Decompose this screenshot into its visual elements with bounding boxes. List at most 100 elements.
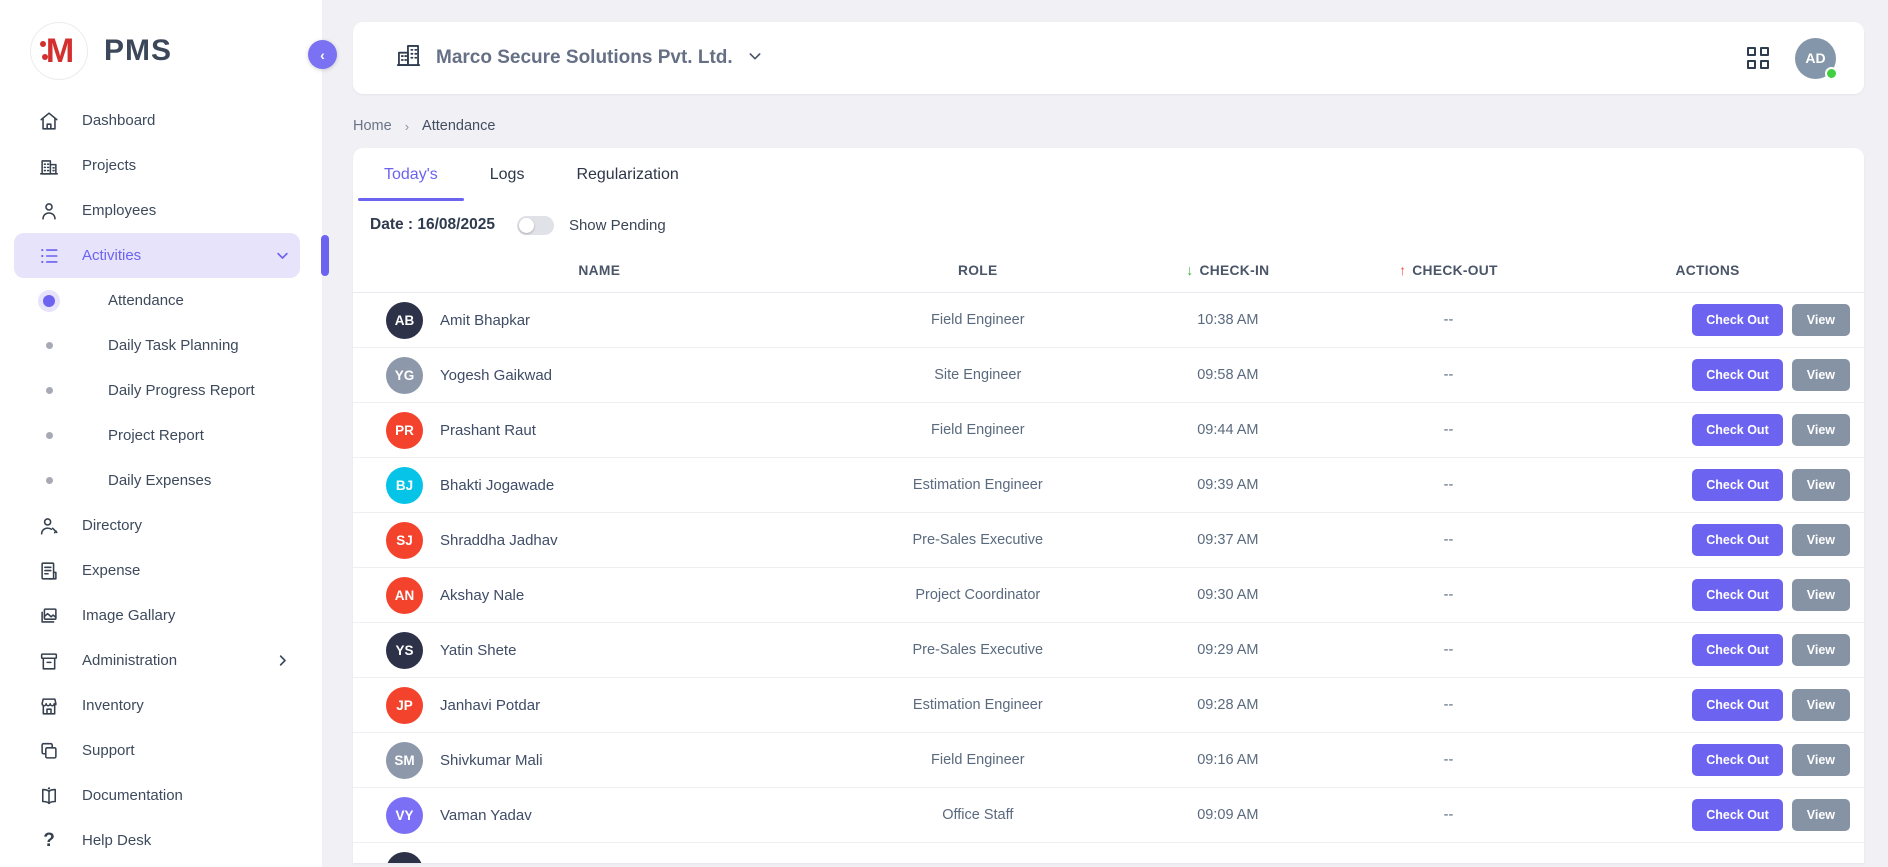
- table-header-row: NAMEROLE↓CHECK-IN↑CHECK-OUTACTIONS: [353, 249, 1864, 293]
- check-out-button[interactable]: Check Out: [1692, 689, 1783, 721]
- breadcrumb-home-link[interactable]: Home: [353, 118, 392, 134]
- employee-name: Janhavi Potdar: [440, 697, 540, 714]
- breadcrumb: Home › Attendance: [353, 118, 1864, 134]
- check-out-button[interactable]: Check Out: [1692, 414, 1783, 446]
- sidebar-item-dashboard[interactable]: Dashboard: [14, 98, 300, 143]
- employee-name: Shivkumar Mali: [440, 752, 543, 769]
- view-button[interactable]: View: [1792, 524, 1850, 556]
- view-button[interactable]: View: [1792, 414, 1850, 446]
- employee-name: Bhakti Jogawade: [440, 477, 554, 494]
- chevron-right-icon: [275, 653, 290, 668]
- sidebar-item-administration[interactable]: Administration: [14, 638, 300, 683]
- view-button[interactable]: View: [1792, 689, 1850, 721]
- sort-arrow-down-icon: ↓: [1186, 263, 1193, 278]
- avatar: YS: [386, 632, 423, 669]
- employee-role: Office Staff: [846, 807, 1110, 823]
- archive-icon: [38, 650, 60, 672]
- breadcrumb-current: Attendance: [422, 118, 495, 134]
- apps-grid-icon[interactable]: [1747, 47, 1769, 69]
- sidebar-subitem-attendance[interactable]: Attendance: [0, 278, 322, 323]
- sidebar-item-inventory[interactable]: Inventory: [14, 683, 300, 728]
- view-button[interactable]: View: [1792, 634, 1850, 666]
- check-out-button[interactable]: Check Out: [1692, 579, 1783, 611]
- sidebar-nav: DashboardProjectsEmployeesActivitiesAtte…: [0, 98, 322, 863]
- table-row: YG Yogesh Gaikwad Site Engineer 09:58 AM…: [353, 348, 1864, 403]
- building-icon: [395, 42, 422, 74]
- check-in-time: 09:39 AM: [1110, 477, 1346, 493]
- check-out-button[interactable]: Check Out: [1692, 524, 1783, 556]
- view-button[interactable]: View: [1792, 579, 1850, 611]
- check-in-time: 09:28 AM: [1110, 697, 1346, 713]
- question-icon: ?: [38, 830, 60, 852]
- row-actions: Check Out View: [1551, 524, 1864, 556]
- table-row: JP Janhavi Potdar Estimation Engineer 09…: [353, 678, 1864, 733]
- employee-role: Pre-Sales Executive: [846, 642, 1110, 658]
- sidebar-collapse-button[interactable]: ‹: [308, 40, 337, 69]
- topbar-right: AD: [1747, 38, 1836, 79]
- chevron-down-icon: [747, 48, 763, 69]
- check-out-button[interactable]: Check Out: [1692, 634, 1783, 666]
- employee-name: Yatin Shete: [440, 642, 516, 659]
- table-row: [353, 843, 1864, 863]
- check-in-time: 09:29 AM: [1110, 642, 1346, 658]
- view-button[interactable]: View: [1792, 469, 1850, 501]
- show-pending-toggle[interactable]: [517, 216, 554, 235]
- attendance-card: Today'sLogsRegularization Date : 16/08/2…: [353, 148, 1864, 863]
- tab-today-s[interactable]: Today's: [358, 148, 464, 201]
- home-icon: [38, 110, 60, 132]
- view-button[interactable]: View: [1792, 744, 1850, 776]
- online-status-dot: [1825, 67, 1838, 80]
- tab-regularization[interactable]: Regularization: [550, 148, 704, 201]
- column-header-role: ROLE: [846, 263, 1110, 278]
- employee-role: Estimation Engineer: [846, 697, 1110, 713]
- check-out-button[interactable]: Check Out: [1692, 359, 1783, 391]
- sidebar-item-image-gallary[interactable]: Image Gallary: [14, 593, 300, 638]
- check-in-time: 09:44 AM: [1110, 422, 1346, 438]
- app-title: PMS: [104, 34, 172, 68]
- sidebar-item-documentation[interactable]: Documentation: [14, 773, 300, 818]
- check-out-button[interactable]: Check Out: [1692, 469, 1783, 501]
- row-actions: Check Out View: [1551, 744, 1864, 776]
- sidebar-subitem-daily-expenses[interactable]: Daily Expenses: [0, 458, 322, 503]
- view-button[interactable]: View: [1792, 359, 1850, 391]
- column-header-check-out[interactable]: ↑CHECK-OUT: [1346, 263, 1551, 278]
- avatar: SJ: [386, 522, 423, 559]
- employee-role: Field Engineer: [846, 752, 1110, 768]
- check-in-time: 09:58 AM: [1110, 367, 1346, 383]
- bullet-icon: [42, 294, 56, 308]
- sidebar-item-directory[interactable]: Directory: [14, 503, 300, 548]
- bullet-icon: [42, 384, 56, 398]
- avatar: BJ: [386, 467, 423, 504]
- check-out-button[interactable]: Check Out: [1692, 799, 1783, 831]
- view-button[interactable]: View: [1792, 799, 1850, 831]
- check-out-button[interactable]: Check Out: [1692, 744, 1783, 776]
- employee-role: Estimation Engineer: [846, 477, 1110, 493]
- sidebar-item-help-desk[interactable]: ?Help Desk: [14, 818, 300, 863]
- sidebar-subitem-project-report[interactable]: Project Report: [0, 413, 322, 458]
- sidebar-item-projects[interactable]: Projects: [14, 143, 300, 188]
- store-icon: [38, 695, 60, 717]
- sidebar-item-activities[interactable]: Activities: [14, 233, 300, 278]
- column-header-check-in[interactable]: ↓CHECK-IN: [1110, 263, 1346, 278]
- check-out-button[interactable]: Check Out: [1692, 304, 1783, 336]
- table-row: AN Akshay Nale Project Coordinator 09:30…: [353, 568, 1864, 623]
- app-root: M PMS DashboardProjectsEmployeesActiviti…: [0, 0, 1888, 867]
- list-icon: [38, 245, 60, 267]
- tab-logs[interactable]: Logs: [464, 148, 551, 201]
- check-out-time: --: [1346, 422, 1551, 438]
- company-name: Marco Secure Solutions Pvt. Ltd.: [436, 47, 733, 69]
- company-selector[interactable]: Marco Secure Solutions Pvt. Ltd.: [395, 42, 763, 74]
- view-button[interactable]: View: [1792, 304, 1850, 336]
- sidebar-subitem-daily-progress-report[interactable]: Daily Progress Report: [0, 368, 322, 413]
- sidebar-item-expense[interactable]: Expense: [14, 548, 300, 593]
- sidebar-item-employees[interactable]: Employees: [14, 188, 300, 233]
- check-in-time: 09:09 AM: [1110, 807, 1346, 823]
- avatar: SM: [386, 742, 423, 779]
- employee-role: Field Engineer: [846, 312, 1110, 328]
- sidebar: M PMS DashboardProjectsEmployeesActiviti…: [0, 0, 322, 867]
- sidebar-item-support[interactable]: Support: [14, 728, 300, 773]
- person-icon: [38, 200, 60, 222]
- sidebar-subitem-daily-task-planning[interactable]: Daily Task Planning: [0, 323, 322, 368]
- user-avatar[interactable]: AD: [1795, 38, 1836, 79]
- bullet-icon: [42, 474, 56, 488]
